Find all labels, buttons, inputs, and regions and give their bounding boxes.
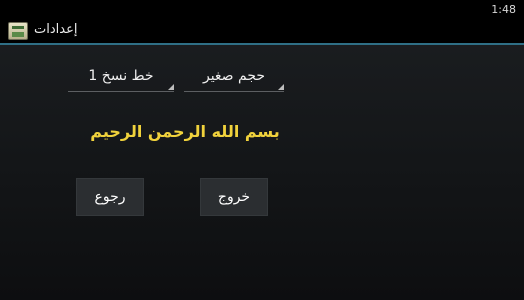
dropdown-arrow-icon [168,84,174,90]
dropdown-arrow-icon [278,84,284,90]
preview-text: بسم الله الرحمن الرحيم [90,122,280,141]
size-spinner[interactable]: حجم صغير [184,60,284,92]
action-bar [0,18,524,43]
font-spinner[interactable]: خط نسخ 1 [68,60,174,92]
page-title: إعدادات [34,22,78,37]
back-button[interactable]: رجوع [76,178,144,216]
size-spinner-value: حجم صغير [202,68,266,84]
settings-screen: 1:48 إعدادات خط نسخ 1 حجم صغير بسم الله … [0,0,524,300]
font-spinner-value: خط نسخ 1 [88,68,154,84]
action-bar-divider [0,43,524,45]
status-bar: 1:48 [0,0,524,18]
app-icon[interactable] [8,22,28,40]
status-time: 1:48 [491,3,516,16]
exit-button[interactable]: خروج [200,178,268,216]
